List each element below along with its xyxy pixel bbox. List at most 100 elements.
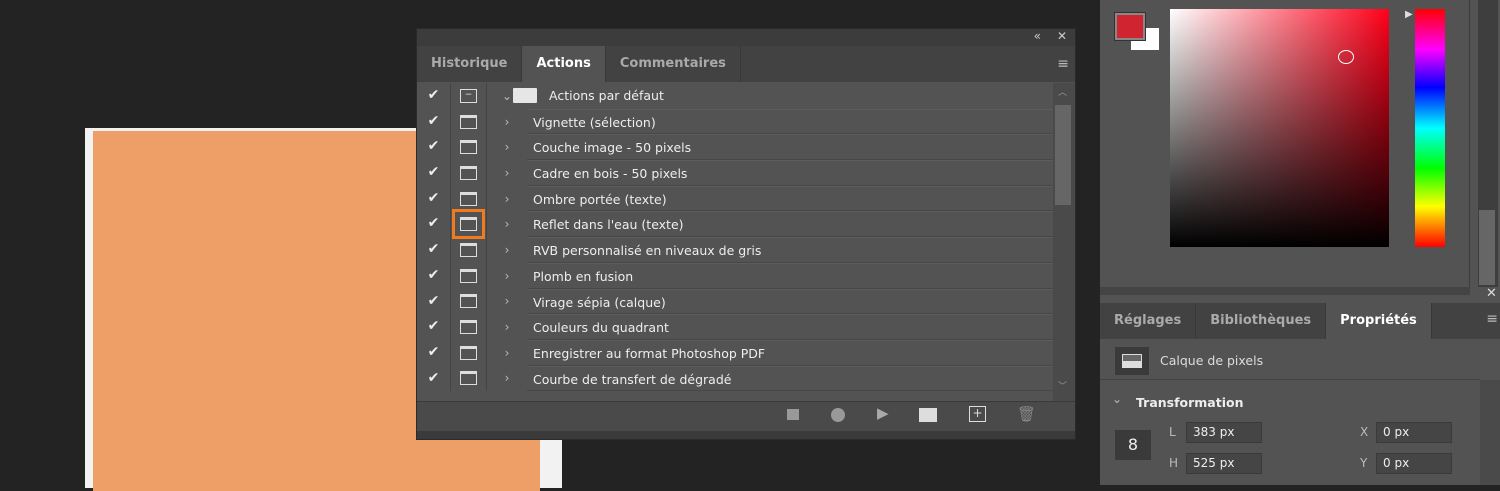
- tab-proprietes[interactable]: Propriétés: [1326, 303, 1432, 339]
- panel-header-bar[interactable]: « ✕: [417, 29, 1075, 46]
- properties-scrollbar[interactable]: [1480, 380, 1500, 485]
- action-row[interactable]: ✔ › Cadre en bois - 50 pixels: [417, 160, 1053, 186]
- dialog-icon: [452, 209, 485, 240]
- dialog-toggle[interactable]: [451, 134, 487, 161]
- transformation-section: ⌄ Transformation 8 L 383 px H 525 px X 0…: [1100, 379, 1480, 485]
- new-action-icon[interactable]: +: [969, 406, 986, 422]
- action-label: Reflet dans l'eau (texte): [527, 211, 1053, 238]
- action-row[interactable]: ✔ › Enregistrer au format Photoshop PDF: [417, 339, 1053, 366]
- action-label: Enregistrer au format Photoshop PDF: [527, 339, 1053, 366]
- dialog-toggle[interactable]: [451, 262, 487, 289]
- new-set-folder-icon[interactable]: [919, 408, 937, 422]
- toggle-check-icon[interactable]: ✔: [417, 160, 451, 186]
- close-icon[interactable]: ✕: [1057, 29, 1067, 43]
- play-icon[interactable]: ▶: [877, 404, 889, 422]
- chevron-right-icon[interactable]: ›: [487, 166, 527, 180]
- tab-actions[interactable]: Actions: [522, 46, 606, 82]
- x-input[interactable]: 0 px: [1376, 422, 1452, 443]
- actions-panel: « ✕ Historique Actions Commentaires ≡ ✔ …: [416, 28, 1076, 440]
- chevron-right-icon[interactable]: ›: [487, 269, 527, 283]
- toggle-check-icon[interactable]: ✔: [417, 237, 451, 263]
- dialog-icon: [460, 345, 477, 360]
- toggle-check-icon[interactable]: ✔: [417, 134, 451, 161]
- dialog-toggle[interactable]: [451, 108, 487, 135]
- dialog-toggle[interactable]: [451, 185, 487, 212]
- hue-slider-pointer[interactable]: ▶: [1405, 9, 1413, 20]
- action-row[interactable]: ✔ › Virage sépia (calque): [417, 288, 1053, 315]
- action-set-label: Actions par défaut: [549, 88, 664, 104]
- trash-icon[interactable]: 🗑: [1017, 405, 1036, 423]
- action-row[interactable]: ✔ › Ombre portée (texte): [417, 185, 1053, 212]
- action-row[interactable]: ✔ › Couleurs du quadrant: [417, 314, 1053, 340]
- chevron-right-icon[interactable]: ›: [487, 115, 527, 129]
- toggle-check-icon[interactable]: ✔: [417, 108, 451, 135]
- panel-menu-icon[interactable]: ≡: [1486, 311, 1498, 327]
- dialog-toggle[interactable]: [451, 314, 487, 340]
- tab-commentaires[interactable]: Commentaires: [606, 46, 741, 82]
- action-label: Plomb en fusion: [527, 262, 1053, 289]
- dialog-toggle[interactable]: [451, 209, 487, 240]
- chevron-right-icon[interactable]: ›: [487, 140, 527, 154]
- tab-bibliotheques[interactable]: Bibliothèques: [1196, 303, 1327, 339]
- action-row[interactable]: ✔ › RVB personnalisé en niveaux de gris: [417, 237, 1053, 263]
- y-input[interactable]: 0 px: [1376, 453, 1452, 474]
- layer-type-label: Calque de pixels: [1160, 353, 1264, 368]
- scrollbar[interactable]: ︿ ﹀: [1053, 83, 1075, 401]
- toggle-check-icon[interactable]: ✔: [417, 185, 451, 212]
- hue-slider[interactable]: [1415, 9, 1445, 247]
- color-field[interactable]: [1170, 9, 1389, 247]
- tab-reglages[interactable]: Réglages: [1100, 303, 1197, 339]
- toggle-check-icon[interactable]: ✔: [417, 339, 451, 366]
- panel-menu-icon[interactable]: ≡: [1057, 56, 1069, 72]
- action-row[interactable]: ✔ › Plomb en fusion: [417, 262, 1053, 289]
- chevron-right-icon[interactable]: ›: [487, 294, 527, 308]
- action-row[interactable]: ✔ › Couche image - 50 pixels: [417, 134, 1053, 161]
- chevron-right-icon[interactable]: ›: [487, 217, 527, 231]
- toggle-check-icon[interactable]: ✔: [417, 262, 451, 289]
- chevron-right-icon[interactable]: ›: [487, 243, 527, 257]
- toggle-check-icon[interactable]: ✔: [417, 365, 451, 392]
- action-set-row[interactable]: ✔ − ⌄ Actions par défaut: [417, 83, 1053, 109]
- resize-grip[interactable]: [1100, 287, 1470, 295]
- dialog-toggle[interactable]: [451, 288, 487, 315]
- dialog-toggle[interactable]: [451, 160, 487, 186]
- color-panel-scrollbar[interactable]: [1478, 0, 1498, 287]
- scroll-thumb[interactable]: [1055, 105, 1071, 205]
- toggle-check-icon[interactable]: ✔: [417, 211, 451, 238]
- dialog-icon: [460, 294, 477, 309]
- chevron-right-icon[interactable]: ›: [487, 371, 527, 385]
- stop-icon[interactable]: [787, 409, 799, 420]
- scroll-thumb[interactable]: [1479, 210, 1495, 285]
- toggle-check-icon[interactable]: ✔: [417, 83, 451, 109]
- record-icon[interactable]: [831, 408, 845, 422]
- tab-historique[interactable]: Historique: [417, 46, 523, 82]
- properties-panel: Calque de pixels ⌄ Transformation 8 L 38…: [1100, 339, 1480, 485]
- toggle-check-icon[interactable]: ✔: [417, 288, 451, 315]
- section-title[interactable]: Transformation: [1136, 395, 1244, 410]
- foreground-color-swatch[interactable]: [1115, 13, 1145, 40]
- scroll-up-icon[interactable]: ︿: [1058, 85, 1067, 98]
- link-icon[interactable]: 8: [1115, 430, 1151, 460]
- scroll-down-icon[interactable]: ﹀: [1058, 379, 1067, 392]
- close-icon[interactable]: ✕: [1486, 286, 1497, 301]
- color-picker-cursor[interactable]: [1338, 50, 1354, 64]
- toggle-check-icon[interactable]: ✔: [417, 314, 451, 340]
- resize-grip[interactable]: [417, 431, 1075, 439]
- chevron-right-icon[interactable]: ›: [487, 346, 527, 360]
- action-row[interactable]: ✔ › Reflet dans l'eau (texte): [417, 209, 1053, 240]
- dialog-toggle[interactable]: [451, 339, 487, 366]
- right-dock: ▶ ✕ Réglages Bibliothèques Propriétés ≡ …: [1100, 0, 1500, 485]
- action-label: Vignette (sélection): [527, 108, 1053, 135]
- chevron-right-icon[interactable]: ›: [487, 192, 527, 206]
- dialog-toggle[interactable]: [451, 365, 487, 392]
- dialog-toggle[interactable]: [451, 237, 487, 263]
- action-row[interactable]: ✔ › Vignette (sélection): [417, 108, 1053, 135]
- tab-bar: Historique Actions Commentaires ≡: [417, 46, 1075, 82]
- collapse-icon[interactable]: «: [1034, 29, 1041, 43]
- chevron-down-icon[interactable]: ⌄: [1112, 392, 1122, 406]
- action-row[interactable]: ✔ › Courbe de transfert de dégradé: [417, 365, 1053, 392]
- width-input[interactable]: 383 px: [1186, 422, 1262, 443]
- chevron-right-icon[interactable]: ›: [487, 320, 527, 334]
- dialog-toggle[interactable]: −: [451, 83, 487, 109]
- height-input[interactable]: 525 px: [1186, 453, 1262, 474]
